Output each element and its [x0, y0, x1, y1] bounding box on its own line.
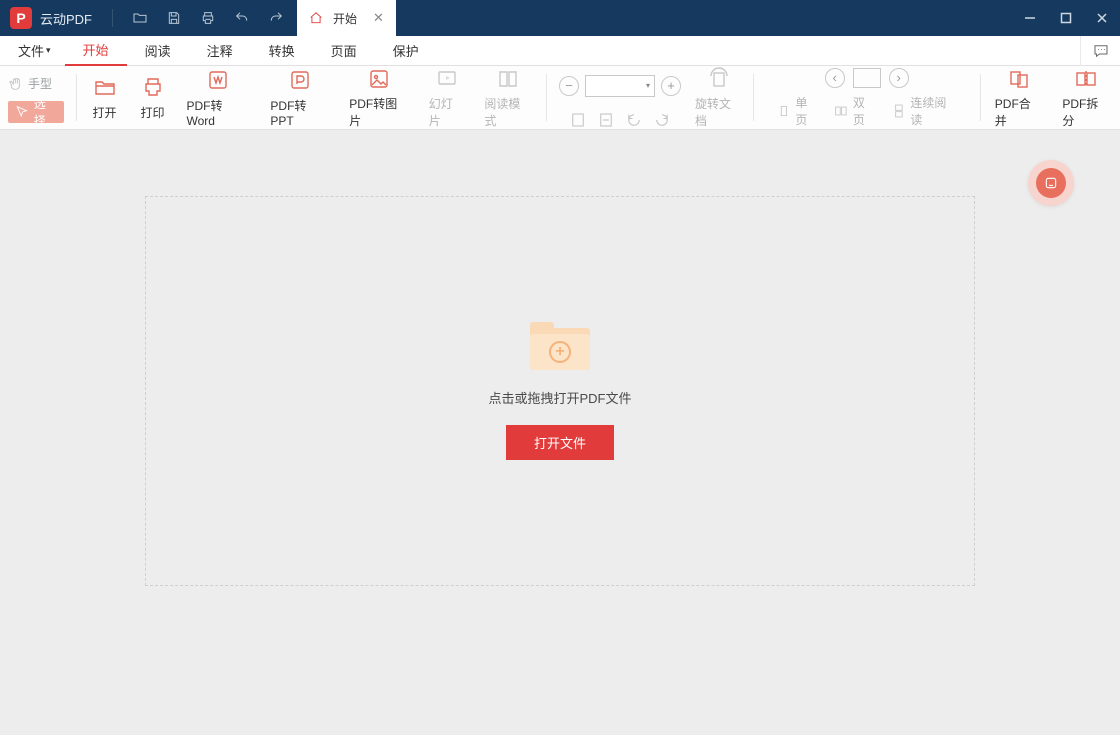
- pdf-to-word-button[interactable]: PDF转Word: [177, 66, 261, 129]
- feedback-icon[interactable]: [1080, 36, 1120, 66]
- menu-read[interactable]: 阅读: [127, 36, 189, 66]
- assistant-badge[interactable]: [1028, 160, 1074, 206]
- pdf-to-ppt-button[interactable]: PDF转PPT: [260, 66, 339, 129]
- select-tool[interactable]: 选择: [8, 101, 64, 123]
- printer-icon: [139, 74, 167, 100]
- pdf-merge-button[interactable]: PDF合并: [985, 66, 1053, 129]
- ribbon-toolbar: 手型 选择 打开 打印 PDF转Word PDF转PPT PDF转图片 幻灯片 …: [0, 66, 1120, 130]
- menu-protect[interactable]: 保护: [375, 36, 437, 66]
- print-icon[interactable]: [191, 0, 225, 36]
- read-mode-button[interactable]: 阅读模式: [474, 66, 542, 129]
- split-icon: [1072, 66, 1100, 91]
- menubar: 文件▾ 开始 阅读 注释 转换 页面 保护: [0, 36, 1120, 66]
- rotate-right-icon[interactable]: [653, 111, 671, 129]
- single-page-button[interactable]: 单页: [776, 94, 820, 128]
- workspace: + 点击或拖拽打开PDF文件 打开文件: [0, 130, 1120, 735]
- close-tab-icon[interactable]: ✕: [373, 10, 384, 26]
- menu-start[interactable]: 开始: [65, 36, 127, 66]
- folder-plus-icon: +: [530, 322, 590, 370]
- drop-hint-text: 点击或拖拽打开PDF文件: [488, 388, 631, 407]
- open-file-button[interactable]: 打开文件: [506, 425, 614, 460]
- slideshow-icon: [433, 66, 461, 91]
- open-file-icon[interactable]: [123, 0, 157, 36]
- ppt-icon: [286, 67, 314, 93]
- book-icon: [494, 66, 522, 91]
- page-number-input[interactable]: [853, 68, 881, 88]
- smile-icon: [1043, 175, 1059, 191]
- continuous-button[interactable]: 连续阅读: [891, 94, 958, 128]
- page-nav-group: ‹ › 单页 双页 连续阅读: [758, 66, 976, 129]
- redo-icon[interactable]: [259, 0, 293, 36]
- titlebar-separator: [112, 9, 113, 27]
- app-name: 云动PDF: [40, 9, 92, 28]
- close-window-button[interactable]: [1084, 0, 1120, 36]
- home-icon: [309, 11, 323, 25]
- cursor-tools: 手型 选择: [0, 66, 72, 129]
- menu-file[interactable]: 文件▾: [12, 36, 65, 66]
- rotate-doc-button[interactable]: 旋转文档: [689, 66, 749, 129]
- zoom-out-button[interactable]: −: [559, 76, 579, 96]
- hand-tool[interactable]: 手型: [8, 73, 64, 95]
- rotate-left-icon[interactable]: [625, 111, 643, 129]
- print-button[interactable]: 打印: [129, 66, 177, 129]
- drop-zone[interactable]: + 点击或拖拽打开PDF文件 打开文件: [145, 196, 975, 586]
- undo-icon[interactable]: [225, 0, 259, 36]
- minimize-button[interactable]: [1012, 0, 1048, 36]
- slideshow-button[interactable]: 幻灯片: [419, 66, 475, 129]
- zoom-group: − ▾ +: [551, 66, 689, 129]
- document-tab-label: 开始: [333, 10, 357, 27]
- zoom-level-select[interactable]: ▾: [585, 75, 655, 97]
- image-icon: [365, 66, 393, 91]
- zoom-in-button[interactable]: +: [661, 76, 681, 96]
- document-tab[interactable]: 开始 ✕: [297, 0, 396, 36]
- open-button[interactable]: 打开: [81, 66, 129, 129]
- fit-width-icon[interactable]: [597, 111, 615, 129]
- menu-file-label: 文件: [18, 41, 44, 60]
- prev-page-button[interactable]: ‹: [825, 68, 845, 88]
- pdf-split-button[interactable]: PDF拆分: [1052, 66, 1120, 129]
- pdf-to-image-button[interactable]: PDF转图片: [339, 66, 418, 129]
- next-page-button[interactable]: ›: [889, 68, 909, 88]
- fit-page-icon[interactable]: [569, 111, 587, 129]
- merge-icon: [1005, 66, 1033, 91]
- double-page-button[interactable]: 双页: [833, 94, 877, 128]
- titlebar: P 云动PDF 开始 ✕: [0, 0, 1120, 36]
- maximize-button[interactable]: [1048, 0, 1084, 36]
- rotate-doc-icon: [705, 66, 733, 91]
- save-icon[interactable]: [157, 0, 191, 36]
- menu-page[interactable]: 页面: [313, 36, 375, 66]
- app-logo: P: [10, 7, 32, 29]
- menu-convert[interactable]: 转换: [251, 36, 313, 66]
- word-icon: [204, 67, 232, 93]
- menu-annotate[interactable]: 注释: [189, 36, 251, 66]
- folder-open-icon: [91, 74, 119, 100]
